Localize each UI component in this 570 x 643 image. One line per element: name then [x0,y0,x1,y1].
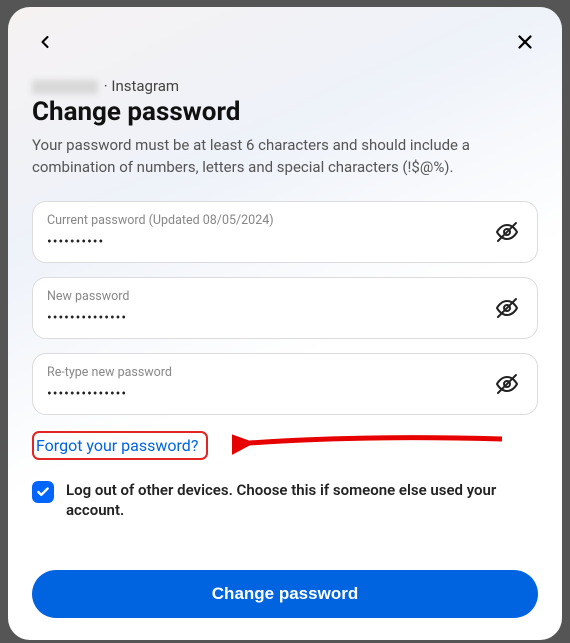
page-description: Your password must be at least 6 charact… [32,135,538,179]
new-password-input[interactable] [47,310,491,326]
change-password-button[interactable]: Change password [32,570,538,618]
checkmark-icon [36,485,50,499]
toggle-visibility-new[interactable] [491,292,523,324]
forgot-row: Forgot your password? [32,431,538,460]
current-password-field[interactable]: Current password (Updated 08/05/2024) [32,201,538,263]
close-button[interactable] [512,29,538,55]
account-line: · Instagram [32,77,538,95]
eye-off-icon [495,372,519,396]
annotation-arrow [232,425,512,465]
current-password-input[interactable] [47,234,491,250]
eye-off-icon [495,296,519,320]
change-password-dialog: · Instagram Change password Your passwor… [8,7,562,640]
current-password-label: Current password (Updated 08/05/2024) [47,213,491,228]
logout-checkbox[interactable] [32,481,54,503]
username-redacted [32,80,98,94]
retype-password-label: Re-type new password [47,365,491,380]
logout-checkbox-label: Log out of other devices. Choose this if… [66,480,538,521]
page-title: Change password [32,97,538,127]
new-password-field[interactable]: New password [32,277,538,339]
platform-label: · [100,77,111,95]
close-icon [514,31,536,53]
logout-other-devices-row: Log out of other devices. Choose this if… [32,480,538,521]
back-button[interactable] [32,29,58,55]
toggle-visibility-retype[interactable] [491,368,523,400]
retype-password-field[interactable]: Re-type new password [32,353,538,415]
dialog-topbar [32,25,538,59]
new-password-label: New password [47,289,491,304]
platform-name: Instagram [111,77,179,95]
forgot-password-link[interactable]: Forgot your password? [32,431,208,460]
chevron-left-icon [35,32,55,52]
eye-off-icon [495,220,519,244]
retype-password-input[interactable] [47,386,491,402]
toggle-visibility-current[interactable] [491,216,523,248]
